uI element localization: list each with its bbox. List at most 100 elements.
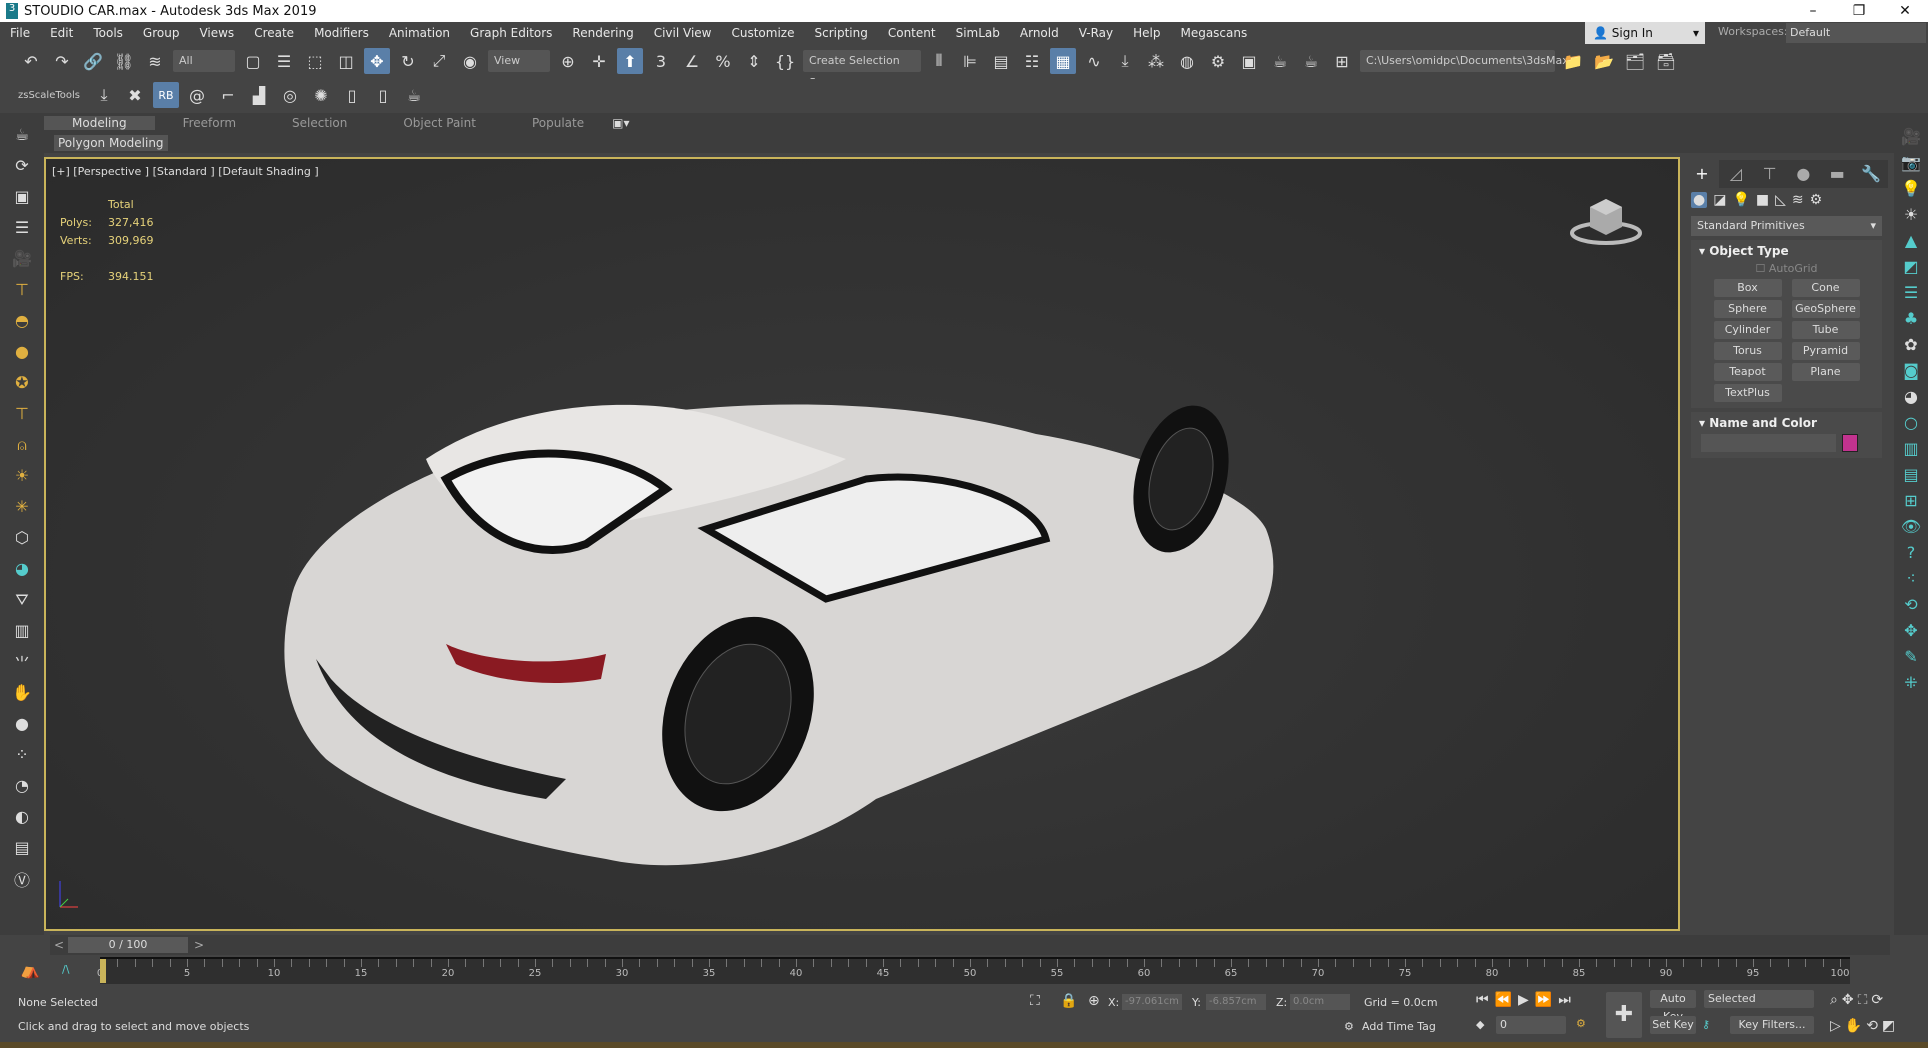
panel-icon[interactable]: ▥ [1903, 439, 1918, 458]
paint-icon[interactable]: ▟ [246, 82, 272, 108]
globe-icon[interactable]: ◕ [10, 557, 34, 580]
document-icon[interactable]: ▯ [339, 82, 365, 108]
modify-tab-icon[interactable]: ◿ [1719, 160, 1753, 188]
nodes-icon[interactable]: ⁖ [1906, 569, 1915, 588]
geosphere-button[interactable]: GeoSphere [1791, 300, 1860, 318]
name-and-color-heading[interactable]: ▾ Name and Color [1691, 416, 1882, 430]
hand-icon[interactable]: ✋ [10, 681, 34, 704]
y-coordinate-field[interactable]: -6.857cm [1206, 994, 1266, 1010]
menu-modifiers[interactable]: Modifiers [304, 26, 379, 40]
lights-icon[interactable]: 💡 [1732, 192, 1749, 208]
sign-in-button[interactable]: 👤 Sign In ▾ [1585, 22, 1705, 44]
sphere-icon[interactable]: ● [10, 340, 34, 363]
rotate-node-icon[interactable]: ⟲ [1904, 595, 1917, 614]
torus-button[interactable]: Torus [1713, 342, 1782, 360]
keyboard-shortcut-override-icon[interactable]: ⬆ [617, 48, 643, 74]
sparkle-icon[interactable]: ✳ [10, 495, 34, 518]
isolate-icon[interactable]: ⛶ [1030, 993, 1040, 1009]
time-slider[interactable]: < 0 / 100 > [50, 935, 1890, 955]
utilities-tab-icon[interactable]: 🔧 [1854, 160, 1888, 188]
named-selection-dropdown[interactable]: Create Selection Se [803, 50, 921, 89]
spiral-icon[interactable]: @ [184, 82, 210, 108]
help-icon[interactable]: ? [1907, 543, 1916, 562]
edit-named-selection-icon[interactable]: {} [772, 48, 798, 74]
box-button[interactable]: Box [1713, 279, 1782, 297]
vray-icon[interactable]: Ⓥ [10, 867, 34, 890]
select-object-icon[interactable]: ▢ [240, 48, 266, 74]
list-icon[interactable]: ☰ [10, 216, 34, 239]
dome-icon[interactable]: ◓ [10, 309, 34, 332]
curve-editor-icon[interactable]: ∿ [1081, 48, 1107, 74]
grid-nodes-icon[interactable]: ⁜ [1904, 673, 1917, 692]
current-frame-marker[interactable] [100, 959, 106, 983]
key-mode-dropdown[interactable]: Selected [1704, 990, 1814, 1008]
polygon-modeling-panel[interactable]: Polygon Modeling [54, 135, 168, 151]
key-icon[interactable]: ⚷ [1702, 1018, 1710, 1031]
building-icon[interactable]: ▥ [10, 619, 34, 642]
link-icon[interactable]: 🔗 [80, 48, 106, 74]
align-icon[interactable]: ⊫ [957, 48, 983, 74]
aperture-icon[interactable]: ◎ [277, 82, 303, 108]
tripod-icon[interactable]: ⛛ [10, 588, 34, 611]
geo-icon[interactable]: ✪ [10, 371, 34, 394]
sun-icon[interactable]: ☀ [1904, 205, 1918, 224]
cube-icon[interactable]: ⬡ [10, 526, 34, 549]
hierarchy-tab-icon[interactable]: ⊤ [1753, 160, 1787, 188]
palette-icon[interactable]: ◔ [10, 774, 34, 797]
manipulate-icon[interactable]: ✛ [586, 48, 612, 74]
helpers-icon[interactable]: ◺ [1775, 192, 1786, 208]
set-project-icon[interactable]: 📂 [1591, 48, 1617, 74]
eye-icon[interactable]: 👁 [1901, 517, 1921, 536]
snaps-toggle-icon[interactable]: 3 [648, 48, 674, 74]
rendered-frame-window-icon[interactable]: ▣ [1236, 48, 1262, 74]
systems-icon[interactable]: ⚙ [1810, 192, 1823, 208]
select-and-move-icon[interactable]: ✥ [364, 48, 390, 74]
camera-icon[interactable]: 📷 [1901, 153, 1921, 172]
key-mode-icon[interactable]: ◆ [1476, 1018, 1484, 1031]
close-button[interactable]: ✕ [1882, 0, 1928, 22]
angle-snap-icon[interactable]: ∠ [679, 48, 705, 74]
shapes-icon[interactable]: ◪ [1713, 192, 1726, 208]
pivot-center-icon[interactable]: ⊕ [555, 48, 581, 74]
menu-civil-view[interactable]: Civil View [644, 26, 722, 40]
bulb-outline-icon[interactable]: ○ [1904, 413, 1918, 432]
rectangular-selection-icon[interactable]: ⬚ [302, 48, 328, 74]
teapot-icon[interactable]: ☕ [10, 123, 34, 146]
tab-selection[interactable]: Selection [264, 116, 375, 130]
bind-space-warp-icon[interactable]: ≋ [142, 48, 168, 74]
menu-group[interactable]: Group [133, 26, 190, 40]
download-icon[interactable]: ⤓ [91, 82, 117, 108]
material-editor-icon[interactable]: ◍ [1174, 48, 1200, 74]
light-bulb-icon[interactable]: 💡 [1901, 179, 1921, 198]
project-folder-icon[interactable]: 📁 [1560, 48, 1586, 74]
tab-populate[interactable]: Populate [504, 116, 612, 130]
sun-icon[interactable]: ☀ [10, 464, 34, 487]
menu-rendering[interactable]: Rendering [562, 26, 643, 40]
lamp-icon[interactable]: ⊤ [10, 278, 34, 301]
unlink-icon[interactable]: ⛓ [111, 48, 137, 74]
spinner-snap-icon[interactable]: ⇕ [741, 48, 767, 74]
cylinder-button[interactable]: Cylinder [1713, 321, 1782, 339]
edit-icon[interactable]: ✎ [1904, 647, 1917, 666]
minimize-button[interactable]: – [1790, 0, 1836, 22]
perspective-viewport[interactable]: [+] [Perspective ] [Standard ] [Default … [44, 157, 1680, 931]
orbit-icon[interactable]: ⟳ [10, 154, 34, 177]
project-path-dropdown[interactable]: C:\Users\omidpc\Documents\3dsMax [1360, 50, 1569, 72]
spot-icon[interactable]: ⊤ [10, 402, 34, 425]
time-slider-thumb[interactable]: 0 / 100 [68, 937, 188, 953]
set-key-button[interactable]: Set Key [1650, 1016, 1696, 1034]
menu-scripting[interactable]: Scripting [804, 26, 877, 40]
object-color-swatch[interactable] [1842, 434, 1858, 452]
menu-create[interactable]: Create [244, 26, 304, 40]
list-icon[interactable]: ☰ [1904, 283, 1918, 302]
material-ball-icon[interactable]: ● [10, 712, 34, 735]
timeline-track[interactable]: 0510152025303540455055606570758085909510… [97, 957, 1850, 984]
z-coordinate-field[interactable]: 0.0cm [1290, 994, 1350, 1010]
menu-v-ray[interactable]: V-Ray [1069, 26, 1123, 40]
select-and-scale-icon[interactable]: ⤢ [426, 48, 452, 74]
render-grid-icon[interactable]: ⊞ [1329, 48, 1355, 74]
cone-button[interactable]: Cone [1791, 279, 1860, 297]
menu-graph-editors[interactable]: Graph Editors [460, 26, 562, 40]
tab-object-paint[interactable]: Object Paint [375, 116, 504, 130]
gear-sphere-icon[interactable]: ✺ [308, 82, 334, 108]
